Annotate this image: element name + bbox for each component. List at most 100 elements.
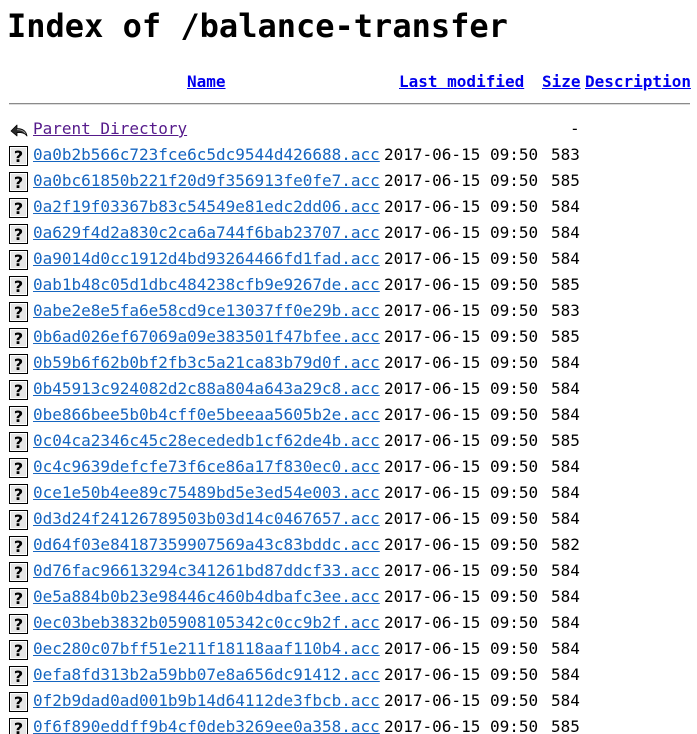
sort-by-size-link[interactable]: Size: [542, 72, 581, 92]
file-size: 584: [551, 665, 580, 684]
file-link[interactable]: 0d76fac96613294c341261bd87ddcf33.acc: [33, 558, 380, 584]
file-link[interactable]: 0be866bee5b0b4cff0e5beeaa5605b2e.acc: [33, 402, 380, 428]
file-row: ? 0a629f4d2a830c2ca6a744f6bab23707.acc 201…: [0, 220, 697, 246]
svg-text:?: ?: [14, 511, 23, 530]
file-link[interactable]: 0ce1e50b4ee89c75489bd5e3ed54e003.acc: [33, 480, 380, 506]
svg-text:?: ?: [14, 537, 23, 556]
file-link[interactable]: 0ec03beb3832b05908105342c0cc9b2f.acc: [33, 610, 380, 636]
file-link[interactable]: 0ab1b48c05d1dbc484238cfb9e9267de.acc: [33, 272, 380, 298]
file-size: 585: [551, 327, 580, 346]
file-link[interactable]: 0a629f4d2a830c2ca6a744f6bab23707.acc: [33, 220, 380, 246]
svg-text:?: ?: [14, 433, 23, 452]
svg-text:?: ?: [14, 719, 23, 734]
parent-size: -: [570, 119, 580, 138]
file-size: 584: [551, 509, 580, 528]
file-size: 584: [551, 561, 580, 580]
unknown-file-icon: ?: [9, 536, 28, 556]
sort-by-description-link[interactable]: Description: [585, 72, 691, 92]
last-modified: 2017-06-15 09:50: [384, 613, 539, 632]
unknown-file-icon: ?: [9, 432, 28, 452]
last-modified: 2017-06-15 09:50: [384, 197, 539, 216]
file-link[interactable]: 0d64f03e84187359907569a43c83bddc.acc: [33, 532, 380, 558]
svg-text:?: ?: [14, 147, 23, 166]
svg-text:?: ?: [14, 303, 23, 322]
file-link[interactable]: 0c4c9639defcfe73f6ce86a17f830ec0.acc: [33, 454, 380, 480]
file-link[interactable]: 0a0b2b566c723fce6c5dc9544d426688.acc: [33, 142, 380, 168]
sort-by-last-modified-link[interactable]: Last modified: [399, 72, 524, 92]
svg-text:?: ?: [14, 485, 23, 504]
file-size: 584: [551, 405, 580, 424]
unknown-file-icon: ?: [9, 510, 28, 530]
file-link[interactable]: 0ec280c07bff51e211f18118aaf110b4.acc: [33, 636, 380, 662]
last-modified: 2017-06-15 09:50: [384, 353, 539, 372]
file-link[interactable]: 0b45913c924082d2c88a804a643a29c8.acc: [33, 376, 380, 402]
last-modified: 2017-06-15 09:50: [384, 249, 539, 268]
file-size: 585: [551, 275, 580, 294]
file-row: ? 0ce1e50b4ee89c75489bd5e3ed54e003.acc 201…: [0, 480, 697, 506]
last-modified: 2017-06-15 09:50: [384, 561, 539, 580]
file-row: ? 0c04ca2346c45c28ecededb1cf62de4b.acc 201…: [0, 428, 697, 454]
file-row: ? 0ab1b48c05d1dbc484238cfb9e9267de.acc 201…: [0, 272, 697, 298]
file-link[interactable]: 0b59b6f62b0bf2fb3c5a21ca83b79d0f.acc: [33, 350, 380, 376]
last-modified: 2017-06-15 09:50: [384, 431, 539, 450]
last-modified: 2017-06-15 09:50: [384, 509, 539, 528]
back-arrow-icon: [9, 120, 28, 140]
file-link[interactable]: 0f6f890eddff9b4cf0deb3269ee0a358.acc: [33, 714, 380, 734]
svg-text:?: ?: [14, 641, 23, 660]
last-modified: 2017-06-15 09:50: [384, 145, 539, 164]
file-link[interactable]: 0a9014d0cc1912d4bd93264466fd1fad.acc: [33, 246, 380, 272]
file-link[interactable]: 0efa8fd313b2a59bb07e8a656dc91412.acc: [33, 662, 380, 688]
sort-by-name-link[interactable]: Name: [187, 72, 226, 92]
svg-text:?: ?: [14, 693, 23, 712]
file-link[interactable]: 0d3d24f24126789503b03d14c0467657.acc: [33, 506, 380, 532]
svg-text:?: ?: [14, 667, 23, 686]
unknown-file-icon: ?: [9, 354, 28, 374]
parent-directory-link[interactable]: Parent Directory: [33, 116, 187, 142]
svg-text:?: ?: [14, 225, 23, 244]
file-row: ? 0a0bc61850b221f20d9f356913fe0fe7.acc 201…: [0, 168, 697, 194]
svg-text:?: ?: [14, 381, 23, 400]
file-link[interactable]: 0c04ca2346c45c28ecededb1cf62de4b.acc: [33, 428, 380, 454]
file-link[interactable]: 0a0bc61850b221f20d9f356913fe0fe7.acc: [33, 168, 380, 194]
file-row: ? 0b45913c924082d2c88a804a643a29c8.acc 201…: [0, 376, 697, 402]
svg-text:?: ?: [14, 173, 23, 192]
file-link[interactable]: 0f2b9dad0ad001b9b14d64112de3fbcb.acc: [33, 688, 380, 714]
file-row: ? 0be866bee5b0b4cff0e5beeaa5605b2e.acc 201…: [0, 402, 697, 428]
last-modified: 2017-06-15 09:50: [384, 639, 539, 658]
svg-text:?: ?: [14, 563, 23, 582]
unknown-file-icon: ?: [9, 692, 28, 712]
unknown-file-icon: ?: [9, 406, 28, 426]
header-divider: [9, 103, 690, 105]
file-size: 584: [551, 639, 580, 658]
svg-text:?: ?: [14, 355, 23, 374]
last-modified: 2017-06-15 09:50: [384, 665, 539, 684]
file-size: 584: [551, 457, 580, 476]
file-row: ? 0c4c9639defcfe73f6ce86a17f830ec0.acc 201…: [0, 454, 697, 480]
file-link[interactable]: 0abe2e8e5fa6e58cd9ce13037ff0e29b.acc: [33, 298, 380, 324]
file-size: 584: [551, 353, 580, 372]
unknown-file-icon: ?: [9, 250, 28, 270]
last-modified: 2017-06-15 09:50: [384, 691, 539, 710]
file-row: ? 0a2f19f03367b83c54549e81edc2dd06.acc 201…: [0, 194, 697, 220]
last-modified: 2017-06-15 09:50: [384, 275, 539, 294]
file-size: 585: [551, 171, 580, 190]
unknown-file-icon: ?: [9, 302, 28, 322]
svg-text:?: ?: [14, 589, 23, 608]
file-size: 584: [551, 197, 580, 216]
svg-text:?: ?: [14, 199, 23, 218]
unknown-file-icon: ?: [9, 562, 28, 582]
unknown-file-icon: ?: [9, 640, 28, 660]
file-row: ? 0abe2e8e5fa6e58cd9ce13037ff0e29b.acc 201…: [0, 298, 697, 324]
unknown-file-icon: ?: [9, 224, 28, 244]
file-size: 584: [551, 587, 580, 606]
file-link[interactable]: 0b6ad026ef67069a09e383501f47bfee.acc: [33, 324, 380, 350]
last-modified: 2017-06-15 09:50: [384, 483, 539, 502]
last-modified: 2017-06-15 09:50: [384, 457, 539, 476]
file-row: ? 0e5a884b0b23e98446c460b4dbafc3ee.acc 201…: [0, 584, 697, 610]
file-link[interactable]: 0e5a884b0b23e98446c460b4dbafc3ee.acc: [33, 584, 380, 610]
file-row: ? 0a0b2b566c723fce6c5dc9544d426688.acc 201…: [0, 142, 697, 168]
unknown-file-icon: ?: [9, 484, 28, 504]
svg-text:?: ?: [14, 277, 23, 296]
file-link[interactable]: 0a2f19f03367b83c54549e81edc2dd06.acc: [33, 194, 380, 220]
file-size: 585: [551, 717, 580, 734]
